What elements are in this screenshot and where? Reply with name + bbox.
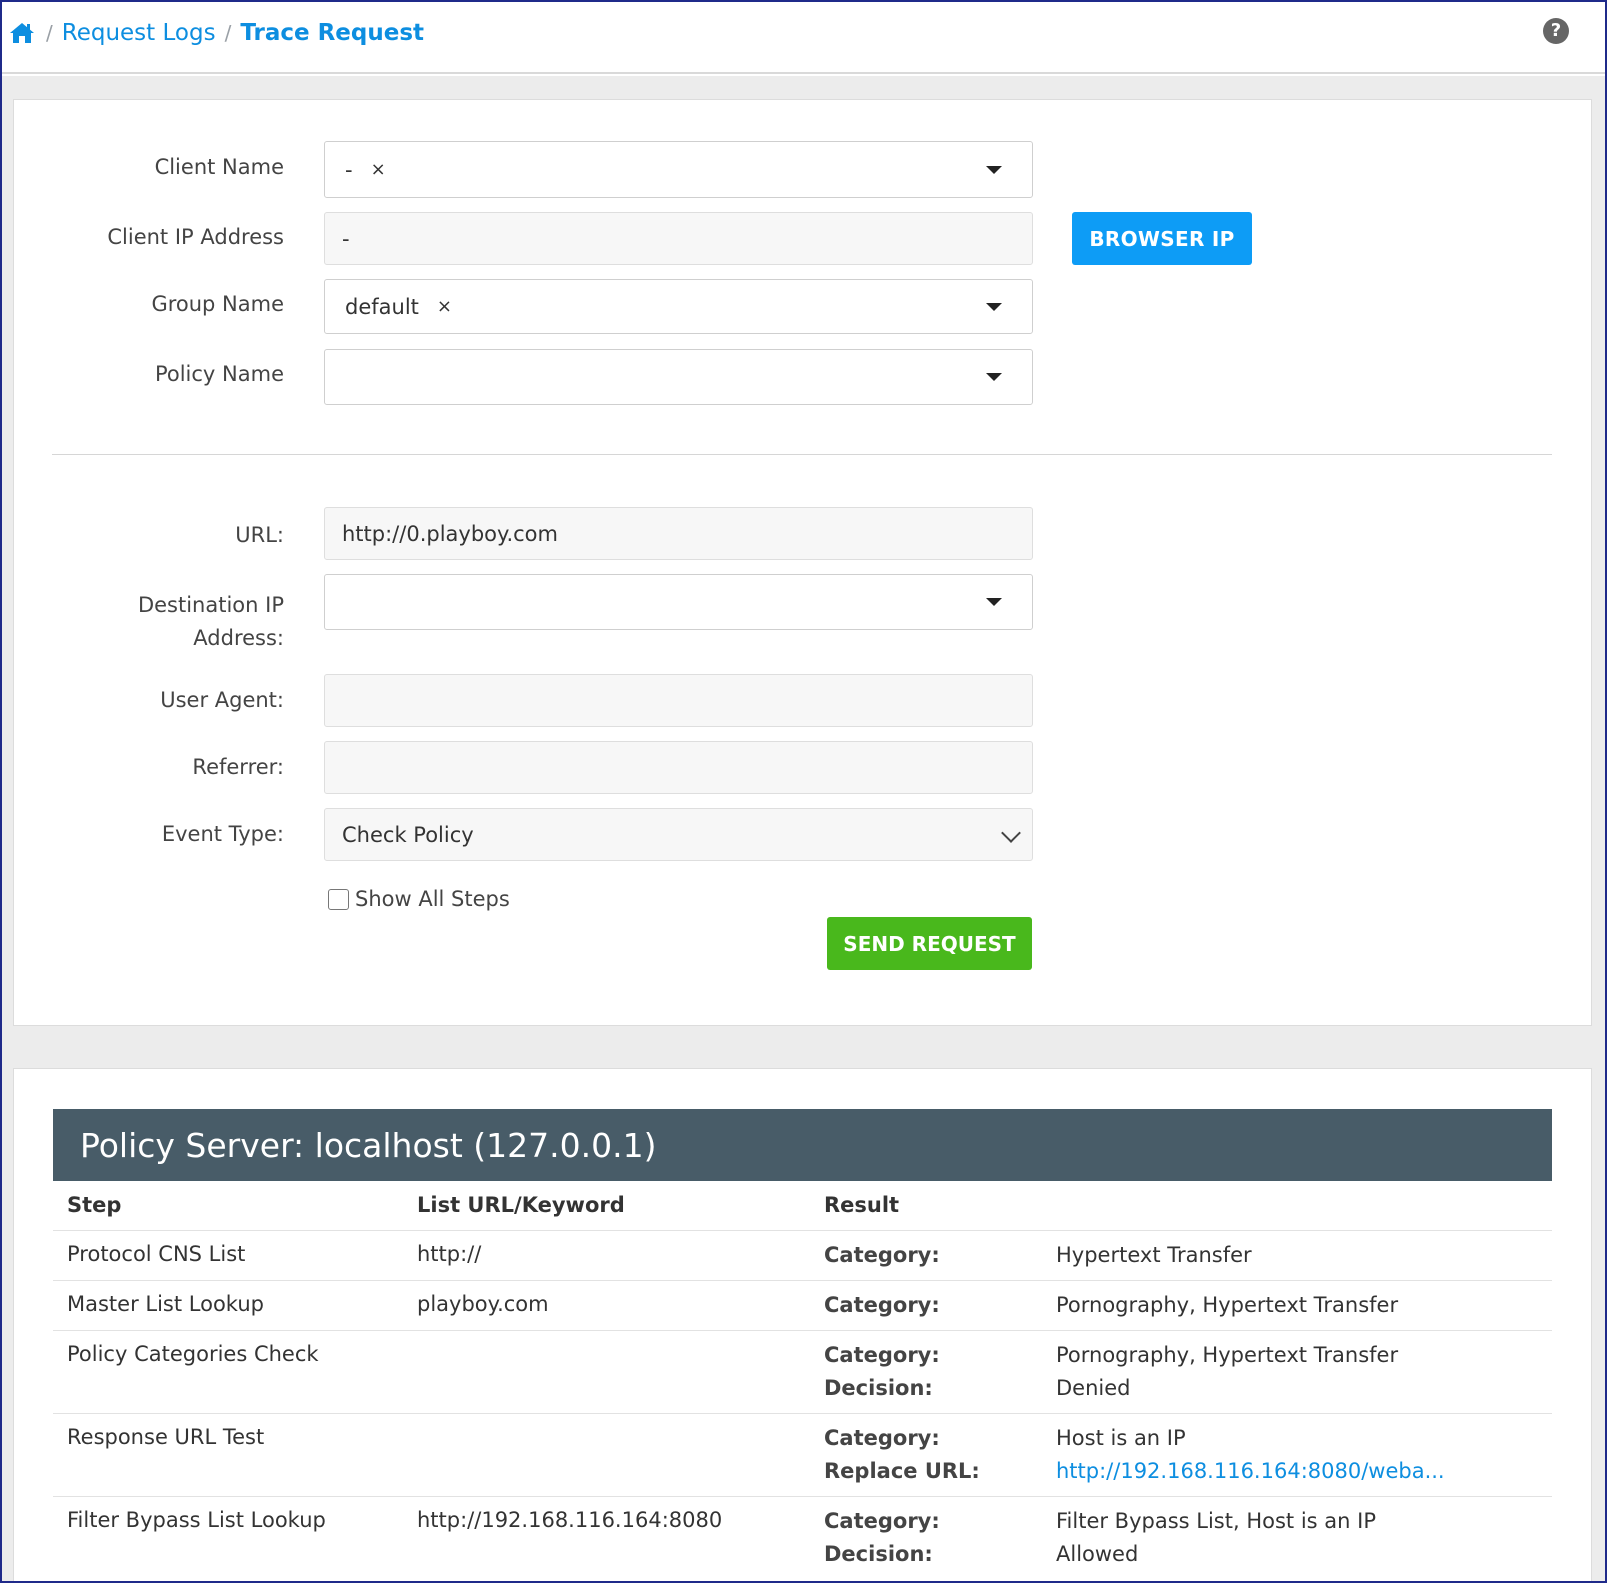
destination-ip-label: Destination IP Address: [34, 589, 284, 655]
chevron-down-icon [986, 165, 1002, 174]
event-type-value: Check Policy [342, 822, 474, 847]
group-name-label: Group Name [151, 292, 284, 316]
result-key: Category: [824, 1343, 940, 1367]
group-name-value: default [345, 294, 419, 319]
show-all-steps-checkbox[interactable] [328, 888, 349, 910]
form-divider [52, 454, 1552, 455]
replace-url-link[interactable]: http://192.168.116.164:8080/weba... [1056, 1455, 1445, 1488]
result-keys: Category: Replace URL: [824, 1422, 980, 1488]
result-value: Pornography, Hypertext Transfer [1056, 1293, 1399, 1317]
result-keys: Category: Decision: [824, 1339, 940, 1405]
breadcrumb-separator: / [224, 21, 232, 45]
result-key: Category: [824, 1426, 940, 1450]
url-input[interactable]: http://0.playboy.com [324, 507, 1033, 560]
result-values: Pornography, Hypertext Transfer Denied [1056, 1339, 1398, 1405]
browser-ip-button[interactable]: BROWSER IP [1072, 212, 1252, 265]
chevron-down-icon [986, 598, 1002, 606]
step-cell: Response URL Test [67, 1425, 265, 1449]
page-title: Trace Request [240, 20, 425, 46]
chevron-down-icon [1001, 822, 1021, 843]
show-all-steps[interactable]: Show All Steps [328, 887, 510, 911]
table-row: Master List Lookup playboy.com Category:… [53, 1281, 1552, 1331]
client-ip-value: - [342, 226, 350, 251]
policy-name-select[interactable] [324, 349, 1033, 405]
policy-server-title: Policy Server: localhost (127.0.0.1) [80, 1125, 657, 1165]
result-key: Category: [824, 1293, 940, 1317]
destination-ip-label-line1: Destination IP [137, 593, 284, 617]
step-cell: Policy Categories Check [67, 1342, 319, 1366]
result-key: Decision: [824, 1376, 933, 1400]
client-name-value: - [345, 157, 353, 182]
table-row: Filter Bypass List Lookup http://192.168… [53, 1497, 1552, 1580]
result-value: Host is an IP [1056, 1426, 1186, 1450]
result-key: Category: [824, 1243, 940, 1267]
user-agent-input[interactable] [324, 674, 1033, 727]
result-value: Allowed [1056, 1542, 1139, 1566]
column-header-step: Step [67, 1193, 122, 1217]
result-key: Category: [824, 1509, 940, 1533]
event-type-select[interactable]: Check Policy [324, 808, 1033, 861]
table-row: Protocol CNS List http:// Category: Hype… [53, 1231, 1552, 1281]
client-ip-label: Client IP Address [107, 225, 284, 249]
policy-server-header: Policy Server: localhost (127.0.0.1) [53, 1109, 1552, 1181]
referrer-input[interactable] [324, 741, 1033, 794]
chevron-down-icon [986, 302, 1002, 311]
result-value: Denied [1056, 1376, 1131, 1400]
policy-name-label: Policy Name [154, 362, 284, 386]
top-bar: / Request Logs / Trace Request ? [2, 2, 1605, 74]
results-header-row: Step List URL/Keyword Result [53, 1181, 1552, 1231]
destination-ip-label-line2: Address: [193, 626, 284, 650]
client-ip-input[interactable]: - [324, 212, 1033, 265]
result-value: Pornography, Hypertext Transfer [1056, 1343, 1399, 1367]
column-header-list: List URL/Keyword [417, 1193, 625, 1217]
table-row: Policy Categories Check Category: Decisi… [53, 1331, 1552, 1414]
client-name-label: Client Name [154, 155, 284, 179]
client-name-select[interactable]: - × [324, 141, 1033, 198]
result-keys: Category: Decision: [824, 1505, 940, 1571]
result-value: Filter Bypass List, Host is an IP [1056, 1509, 1376, 1533]
home-icon[interactable] [7, 18, 37, 48]
user-agent-label: User Agent: [160, 688, 284, 712]
chevron-down-icon [986, 373, 1002, 381]
clear-icon[interactable]: × [371, 159, 386, 180]
step-cell: Master List Lookup [67, 1292, 264, 1316]
url-label: URL: [235, 523, 284, 547]
send-request-button[interactable]: SEND REQUEST [827, 917, 1032, 970]
destination-ip-select[interactable] [324, 574, 1033, 630]
result-values: Host is an IP http://192.168.116.164:808… [1056, 1422, 1445, 1488]
clear-icon[interactable]: × [437, 296, 452, 317]
result-values: Filter Bypass List, Host is an IP Allowe… [1056, 1505, 1376, 1571]
column-header-result: Result [824, 1193, 900, 1217]
step-cell: Filter Bypass List Lookup [67, 1508, 326, 1532]
table-row: Response URL Test Category: Replace URL:… [53, 1414, 1552, 1497]
result-value: Hypertext Transfer [1056, 1243, 1252, 1267]
referrer-label: Referrer: [192, 755, 284, 779]
list-cell: http:// [417, 1242, 482, 1266]
list-cell: playboy.com [417, 1292, 549, 1316]
result-key: Replace URL: [824, 1459, 980, 1483]
event-type-label: Event Type: [161, 822, 284, 846]
list-cell: http://192.168.116.164:8080 [417, 1508, 723, 1532]
result-key: Decision: [824, 1542, 933, 1566]
url-value: http://0.playboy.com [342, 521, 558, 546]
help-icon[interactable]: ? [1543, 18, 1569, 44]
show-all-steps-label: Show All Steps [355, 887, 510, 911]
step-cell: Protocol CNS List [67, 1242, 246, 1266]
breadcrumb-request-logs[interactable]: Request Logs [62, 20, 216, 46]
breadcrumb-separator: / [46, 21, 53, 45]
breadcrumb: / Request Logs / Trace Request [7, 16, 424, 50]
group-name-select[interactable]: default × [324, 279, 1033, 334]
